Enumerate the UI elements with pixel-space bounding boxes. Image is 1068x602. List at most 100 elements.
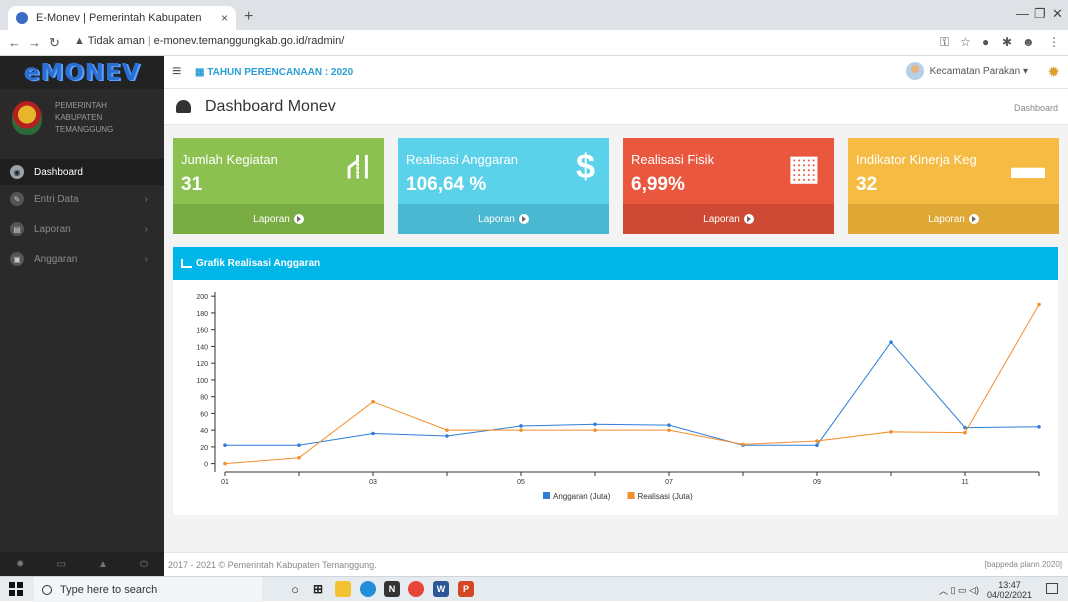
data-point bbox=[963, 425, 967, 430]
data-point bbox=[445, 428, 449, 432]
dashboard-icon: ◉ bbox=[10, 165, 24, 179]
back-icon[interactable]: ← bbox=[8, 35, 21, 50]
arrow-right-circle-icon bbox=[743, 214, 754, 224]
puzzle-icon[interactable]: ✱ bbox=[1002, 35, 1012, 49]
card-footer-label: Laporan bbox=[703, 213, 740, 225]
data-point bbox=[889, 340, 893, 345]
regency-emblem-icon bbox=[12, 101, 42, 135]
card-footer-link[interactable]: Laporan bbox=[398, 204, 609, 234]
card-indikator-kinerja: Indikator Kinerja Keg 32 ▬ Laporan bbox=[848, 138, 1059, 234]
page-footer: 2017 - 2021 © Pemerintah Kabupaten Teman… bbox=[164, 552, 1068, 576]
browser-tab[interactable]: E-Monev | Pemerintah Kabupaten × bbox=[8, 6, 236, 30]
card-value: 32 bbox=[856, 174, 878, 195]
page-header: Dashboard Monev Dashboard bbox=[164, 89, 1068, 125]
y-tick-label: 160 bbox=[196, 328, 208, 335]
power-icon[interactable]: ⏻ bbox=[140, 559, 148, 570]
battery-icon[interactable]: ▭ bbox=[958, 585, 969, 596]
chrome-icon[interactable] bbox=[408, 581, 424, 597]
windows-start-icon[interactable] bbox=[9, 582, 23, 596]
app-logo[interactable]: eMONEV bbox=[0, 56, 164, 89]
user-menu[interactable]: Kecamatan Parakan ▾ bbox=[905, 62, 1028, 80]
sidebar-item-entri-data[interactable]: ✎ Entri Data › bbox=[0, 186, 164, 212]
taskbar-clock[interactable]: 13:47 04/02/2021 bbox=[987, 580, 1032, 600]
y-tick-label: 80 bbox=[200, 395, 208, 402]
sidebar-item-anggaran[interactable]: ▣ Anggaran › bbox=[0, 246, 164, 272]
minimize-icon[interactable]: — bbox=[1016, 6, 1029, 21]
data-point bbox=[297, 443, 301, 448]
star-icon[interactable]: ☆ bbox=[960, 35, 971, 49]
search-icon bbox=[42, 584, 52, 595]
address-bar: ← → ↻ ▲ Tidak aman | e-monev.temanggungkab… bbox=[0, 30, 1068, 56]
gear-icon[interactable]: ✹ bbox=[1047, 63, 1060, 81]
legend-label: Realisasi (Juta) bbox=[638, 492, 693, 501]
network-icon[interactable]: ▯ bbox=[951, 585, 958, 596]
maximize-icon[interactable]: ❐ bbox=[1034, 6, 1046, 22]
y-tick-label: 180 bbox=[196, 311, 208, 318]
lock-icon[interactable]: ▲ bbox=[98, 559, 108, 570]
forward-icon[interactable]: → bbox=[28, 35, 41, 50]
brand-line: PEMERINTAH bbox=[55, 101, 107, 110]
reload-icon[interactable]: ↻ bbox=[49, 35, 60, 51]
file-explorer-icon[interactable] bbox=[335, 581, 351, 597]
legend-swatch bbox=[627, 492, 635, 499]
card-footer-link[interactable]: Laporan bbox=[623, 204, 834, 234]
extension-circle-icon[interactable]: ● bbox=[982, 35, 989, 49]
top-navbar: ≡ ▦ TAHUN PERENCANAAN : 2020 Kecamatan P… bbox=[164, 56, 1068, 89]
settings-icon[interactable]: ✹ bbox=[16, 559, 24, 570]
card-footer-label: Laporan bbox=[928, 213, 965, 225]
volume-icon[interactable]: ◁) bbox=[969, 585, 979, 596]
card-footer-link[interactable]: Laporan bbox=[848, 204, 1059, 234]
close-window-icon[interactable]: ✕ bbox=[1052, 6, 1063, 22]
clock-time: 13:47 bbox=[998, 580, 1021, 590]
browser-tab-strip: E-Monev | Pemerintah Kabupaten × + — ❐ ✕ bbox=[0, 0, 1068, 30]
word-icon[interactable]: W bbox=[433, 581, 449, 597]
notification-icon[interactable] bbox=[1046, 583, 1058, 594]
legend-label: Anggaran (Juta) bbox=[553, 492, 611, 501]
x-tick-label: 05 bbox=[517, 479, 525, 486]
sidebar-item-dashboard[interactable]: ◉ Dashboard bbox=[0, 159, 164, 185]
breadcrumb[interactable]: Dashboard bbox=[1014, 103, 1058, 113]
edge-icon[interactable] bbox=[360, 581, 376, 597]
sidebar-item-laporan[interactable]: ▤ Laporan › bbox=[0, 216, 164, 242]
legend-swatch bbox=[543, 492, 550, 499]
menu-kebab-icon[interactable]: ⋮ bbox=[1048, 35, 1060, 49]
y-tick-label: 200 bbox=[196, 294, 208, 301]
y-tick-label: 20 bbox=[200, 445, 208, 452]
notion-icon[interactable]: N bbox=[384, 581, 400, 597]
data-point bbox=[889, 430, 893, 434]
x-tick-label: 07 bbox=[665, 479, 673, 486]
tab-close-icon[interactable]: × bbox=[221, 11, 228, 25]
data-point bbox=[223, 443, 227, 448]
line-chart: 0 20 40 60 80 100 120 140 160 180 200 01 03 05 07 09 11 A… bbox=[196, 292, 1041, 501]
card-footer-link[interactable]: Laporan bbox=[173, 204, 384, 234]
data-point bbox=[963, 430, 967, 435]
card-realisasi-anggaran: Realisasi Anggaran 106,64 % $ Laporan bbox=[398, 138, 609, 234]
key-icon[interactable]: ⚿ bbox=[940, 35, 949, 50]
x-tick-label: 09 bbox=[813, 479, 821, 486]
powerpoint-icon[interactable]: P bbox=[458, 581, 474, 597]
url-text: e-monev.temanggungkab.go.id/radmin/ bbox=[153, 35, 345, 47]
chevron-right-icon: › bbox=[144, 253, 148, 265]
data-point bbox=[815, 443, 819, 448]
profile-icon[interactable]: ☻ bbox=[1022, 35, 1035, 49]
chart-panel-title: Grafik Realisasi Anggaran bbox=[196, 258, 321, 269]
data-point bbox=[371, 399, 375, 404]
task-view-icon[interactable]: ⊞ bbox=[310, 581, 326, 597]
y-tick-label: 60 bbox=[200, 411, 208, 418]
planning-year-text: TAHUN PERENCANAAN : 2020 bbox=[207, 67, 354, 78]
new-tab-button[interactable]: + bbox=[244, 8, 253, 26]
cortana-icon[interactable]: ○ bbox=[287, 581, 303, 597]
data-point bbox=[741, 442, 745, 447]
x-tick-label: 03 bbox=[369, 479, 377, 486]
series-line-realisasi bbox=[224, 304, 1040, 465]
chevron-up-icon[interactable]: ︿ bbox=[939, 584, 951, 597]
taskbar-search[interactable]: Type here to search bbox=[34, 577, 262, 602]
fullscreen-icon[interactable]: ▭ bbox=[57, 559, 66, 570]
url-field[interactable]: ▲ Tidak aman | e-monev.temanggungkab.go.id… bbox=[74, 35, 344, 47]
page-title: Dashboard Monev bbox=[205, 98, 336, 115]
card-footer-label: Laporan bbox=[478, 213, 515, 225]
chart-panel-header: Grafik Realisasi Anggaran bbox=[173, 247, 1058, 280]
data-point bbox=[297, 455, 301, 460]
card-value: 6,99% bbox=[631, 174, 685, 195]
hamburger-menu-icon[interactable]: ≡ bbox=[172, 63, 181, 81]
